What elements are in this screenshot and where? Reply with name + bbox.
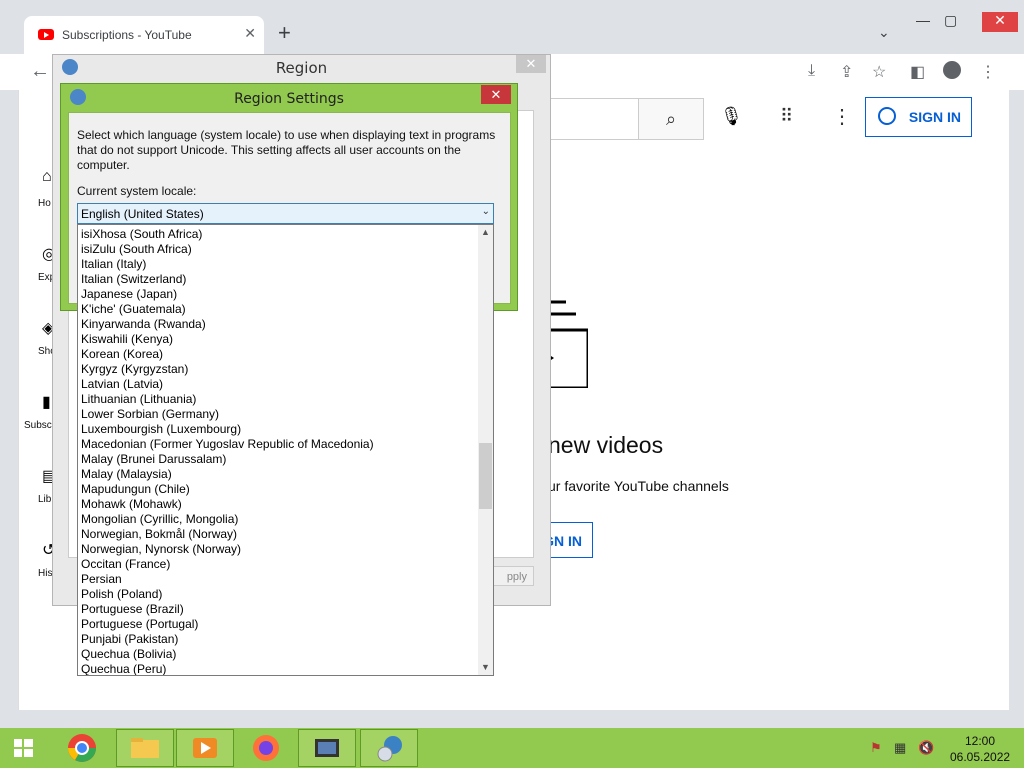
volume-muted-icon[interactable]: 🔇	[918, 740, 934, 756]
sidebar-item-subscriptions[interactable]: Subscr	[24, 420, 55, 431]
locale-option[interactable]: Polish (Poland)	[81, 587, 162, 601]
side-panel-icon[interactable]: ◧	[910, 62, 925, 82]
locale-option[interactable]: Lower Sorbian (Germany)	[81, 407, 219, 421]
movie-maker-icon[interactable]	[298, 729, 356, 767]
tab-search-button[interactable]: ⌄	[878, 24, 890, 41]
locale-description: Select which language (system locale) to…	[77, 128, 496, 172]
locale-option[interactable]: Mohawk (Mohawk)	[81, 497, 182, 511]
locale-option[interactable]: Occitan (France)	[81, 557, 170, 571]
sign-in-button[interactable]: SIGN IN	[865, 97, 972, 137]
region-globe-taskbar-icon[interactable]	[360, 729, 418, 767]
firefox-icon[interactable]	[238, 729, 296, 767]
tab-title: Subscriptions - YouTube	[62, 28, 192, 42]
sidebar-item-history[interactable]: His	[38, 568, 52, 579]
locale-option[interactable]: Italian (Italy)	[81, 257, 146, 271]
locale-option[interactable]: Portuguese (Brazil)	[81, 602, 184, 616]
locale-option[interactable]: Quechua (Peru)	[81, 662, 166, 675]
network-icon[interactable]: ▦	[894, 740, 906, 756]
locale-option[interactable]: Macedonian (Former Yugoslav Republic of …	[81, 437, 374, 451]
scroll-down-icon[interactable]: ▼	[478, 662, 493, 672]
search-icon[interactable]: ⌕	[638, 98, 704, 140]
locale-scrollbar-thumb[interactable]	[479, 443, 492, 509]
locale-option[interactable]: Kyrgyz (Kyrgyzstan)	[81, 362, 188, 376]
microphone-icon[interactable]: 🎙	[720, 106, 743, 127]
apps-grid-icon[interactable]: ⠿	[780, 106, 793, 127]
locale-option[interactable]: Persian	[81, 572, 122, 586]
action-center-icon[interactable]: ⚑	[870, 740, 882, 756]
locale-option[interactable]: Korean (Korea)	[81, 347, 163, 361]
region-settings-title: Region Settings	[234, 91, 344, 107]
explorer-icon[interactable]	[116, 729, 174, 767]
locale-option[interactable]: Lithuanian (Lithuania)	[81, 392, 196, 406]
window-close-button[interactable]: ✕	[982, 12, 1018, 32]
download-icon[interactable]: ⤓	[808, 62, 815, 80]
locale-option[interactable]: Latvian (Latvia)	[81, 377, 163, 391]
subscriptions-icon[interactable]: ▮	[42, 392, 51, 412]
system-locale-dropdown[interactable]: English (United States) ⌄	[77, 203, 494, 224]
locale-option[interactable]: isiZulu (South Africa)	[81, 242, 192, 256]
locale-option[interactable]: Quechua (Bolivia)	[81, 647, 176, 661]
start-icon[interactable]	[4, 729, 62, 767]
new-tab-button[interactable]: +	[278, 22, 291, 44]
clock-time[interactable]: 12:00	[962, 734, 998, 748]
locale-option[interactable]: Malay (Malaysia)	[81, 467, 172, 481]
menu-kebab-icon[interactable]: ⋮	[980, 62, 996, 82]
youtube-favicon-icon	[38, 29, 54, 40]
locale-option[interactable]: Kinyarwanda (Rwanda)	[81, 317, 206, 331]
locale-option[interactable]: Mapudungun (Chile)	[81, 482, 190, 496]
locale-option[interactable]: isiXhosa (South Africa)	[81, 227, 202, 241]
region-settings-globe-icon	[70, 89, 86, 105]
empty-state-heading: new videos	[548, 432, 664, 458]
region-globe-icon	[62, 59, 78, 75]
locale-option[interactable]: Punjabi (Pakistan)	[81, 632, 178, 646]
chrome-icon[interactable]	[58, 729, 116, 767]
tab-close-button[interactable]: ✕	[244, 25, 256, 42]
search-input[interactable]	[540, 98, 639, 140]
locale-option[interactable]: Kiswahili (Kenya)	[81, 332, 173, 346]
locale-option[interactable]: Malay (Brunei Darussalam)	[81, 452, 226, 466]
locale-option[interactable]: Japanese (Japan)	[81, 287, 177, 301]
maximize-button[interactable]: ▢	[944, 12, 957, 29]
locale-option[interactable]: Italian (Switzerland)	[81, 272, 186, 286]
locale-option[interactable]: Norwegian, Bokmål (Norway)	[81, 527, 237, 541]
tab-subscriptions[interactable]: Subscriptions - YouTube ✕	[24, 16, 264, 54]
account-icon	[878, 107, 896, 125]
chevron-down-icon: ⌄	[481, 206, 490, 217]
bookmark-star-icon[interactable]: ☆	[872, 62, 886, 82]
share-icon[interactable]: ⇪	[840, 62, 853, 82]
locale-label: Current system locale:	[77, 184, 197, 198]
media-player-icon[interactable]	[176, 729, 234, 767]
minimize-button[interactable]: —	[916, 12, 930, 28]
clock-date[interactable]: 06.05.2022	[950, 750, 1010, 764]
more-options-icon[interactable]: ⋮	[832, 104, 852, 129]
system-locale-selected: English (United States)	[81, 207, 204, 221]
profile-icon[interactable]	[943, 61, 961, 79]
locale-option[interactable]: Luxembourgish (Luxembourg)	[81, 422, 241, 436]
region-settings-close-button[interactable]: ✕	[481, 85, 511, 104]
home-icon[interactable]: ⌂	[42, 168, 52, 186]
locale-listbox[interactable]: isiXhosa (South Africa) isiZulu (South Af…	[77, 224, 494, 676]
region-close-button[interactable]: ✕	[516, 55, 546, 73]
subscriptions-hero-icon	[548, 300, 588, 388]
sidebar-item-home[interactable]: Ho	[38, 198, 51, 209]
sign-in-label: SIGN IN	[908, 109, 961, 125]
region-window-title: Region	[275, 59, 328, 77]
locale-option[interactable]: Norwegian, Nynorsk (Norway)	[81, 542, 241, 556]
locale-option[interactable]: Mongolian (Cyrillic, Mongolia)	[81, 512, 238, 526]
locale-option[interactable]: Portuguese (Portugal)	[81, 617, 198, 631]
empty-state-subtext: ur favorite YouTube channels	[548, 478, 729, 494]
scroll-up-icon[interactable]: ▲	[478, 227, 493, 237]
locale-option[interactable]: K'iche' (Guatemala)	[81, 302, 186, 316]
back-button[interactable]: ←	[30, 60, 50, 83]
